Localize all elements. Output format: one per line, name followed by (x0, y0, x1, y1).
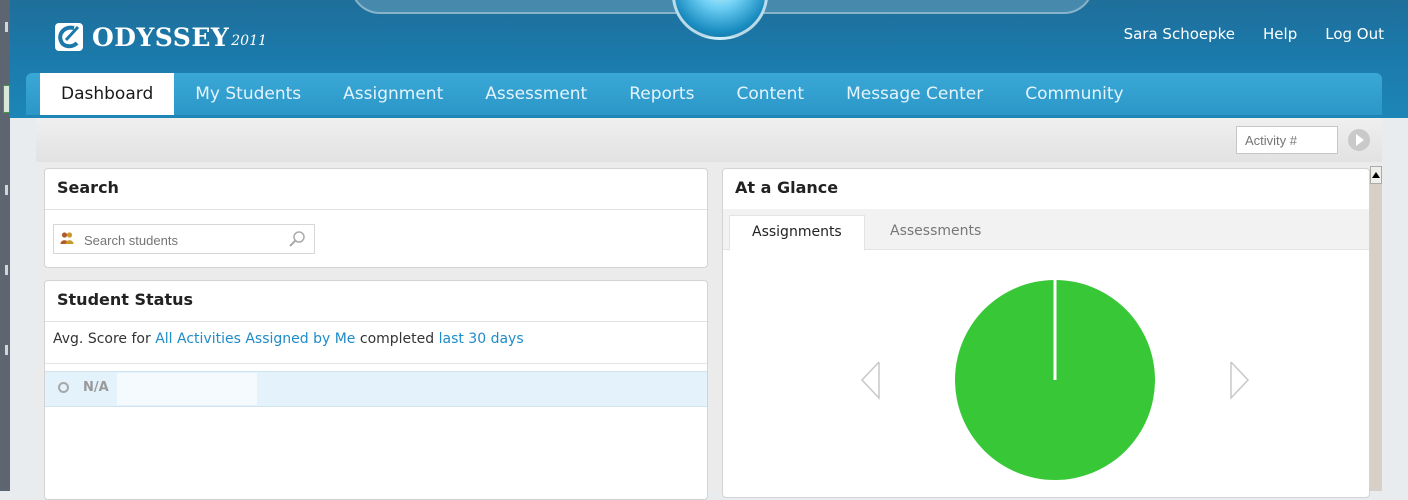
divider (45, 363, 707, 364)
students-icon (60, 232, 74, 244)
avg-score-line: Avg. Score for All Activities Assigned b… (53, 331, 524, 347)
window-edge-mark (5, 22, 8, 32)
logo-year: 2011 (231, 33, 267, 49)
window-edge-tab (3, 85, 10, 113)
tab-community[interactable]: Community (1004, 73, 1144, 115)
tab-assignment[interactable]: Assignment (322, 73, 464, 115)
glance-tab-bar: Assignments Assessments (723, 209, 1369, 251)
search-panel: Search (44, 168, 708, 268)
search-students-input[interactable] (82, 229, 286, 251)
at-a-glance-panel: At a Glance Assignments Assessments (722, 168, 1370, 498)
sub-toolbar (36, 118, 1382, 162)
tab-dashboard[interactable]: Dashboard (40, 73, 175, 115)
logo-mark-icon (55, 23, 83, 51)
odyssey-logo[interactable]: ODYSSEY 2011 (54, 22, 267, 52)
help-link[interactable]: Help (1263, 25, 1297, 43)
avg-score-middle: completed (359, 331, 435, 347)
window-edge (0, 0, 10, 491)
window-edge-mark (5, 185, 8, 195)
previous-chart-arrow-icon[interactable] (859, 360, 881, 400)
row-highlight (117, 373, 257, 405)
assignments-pie-chart (955, 280, 1155, 480)
vertical-scrollbar[interactable] (1370, 166, 1382, 491)
activity-number-input[interactable] (1236, 126, 1338, 154)
activity-scope-link[interactable]: All Activities Assigned by Me (155, 331, 355, 347)
window-edge-mark (5, 265, 8, 275)
logo-text: ODYSSEY (92, 22, 230, 52)
student-status-row[interactable]: N/A (45, 371, 707, 407)
tab-content[interactable]: Content (715, 73, 825, 115)
app-header: ODYSSEY 2011 Sara Schoepke Help Log Out … (10, 0, 1408, 118)
time-period-link[interactable]: last 30 days (439, 331, 524, 347)
main-tab-bar: Dashboard My Students Assignment Assessm… (26, 73, 1382, 115)
at-a-glance-title: At a Glance (723, 169, 1369, 210)
next-chart-arrow-icon[interactable] (1229, 360, 1251, 400)
user-name-link[interactable]: Sara Schoepke (1124, 25, 1235, 43)
tab-assessment[interactable]: Assessment (464, 73, 608, 115)
tab-message-center[interactable]: Message Center (825, 73, 1004, 115)
avg-score-prefix: Avg. Score for (53, 331, 151, 347)
status-value: N/A (83, 380, 109, 395)
header-orb (672, 0, 768, 40)
student-status-panel: Student Status Avg. Score for All Activi… (44, 280, 708, 500)
main-tabs: Dashboard My Students Assignment Assessm… (40, 73, 1145, 115)
search-icon[interactable] (288, 230, 306, 248)
tab-reports[interactable]: Reports (608, 73, 715, 115)
window-edge-mark (5, 345, 8, 355)
tab-assessments[interactable]: Assessments (868, 215, 1003, 249)
search-box (53, 224, 315, 254)
activity-go-button[interactable] (1348, 129, 1370, 151)
user-nav: Sara Schoepke Help Log Out (1124, 25, 1384, 43)
tab-my-students[interactable]: My Students (174, 73, 322, 115)
status-circle-icon (58, 382, 69, 393)
scroll-up-arrow-icon[interactable] (1370, 166, 1382, 184)
search-panel-title: Search (45, 169, 707, 210)
student-status-title: Student Status (45, 281, 707, 322)
logout-link[interactable]: Log Out (1325, 25, 1384, 43)
tab-assignments[interactable]: Assignments (729, 215, 865, 251)
dashboard-content: Search Student Status Avg. Score for All… (36, 162, 1382, 500)
